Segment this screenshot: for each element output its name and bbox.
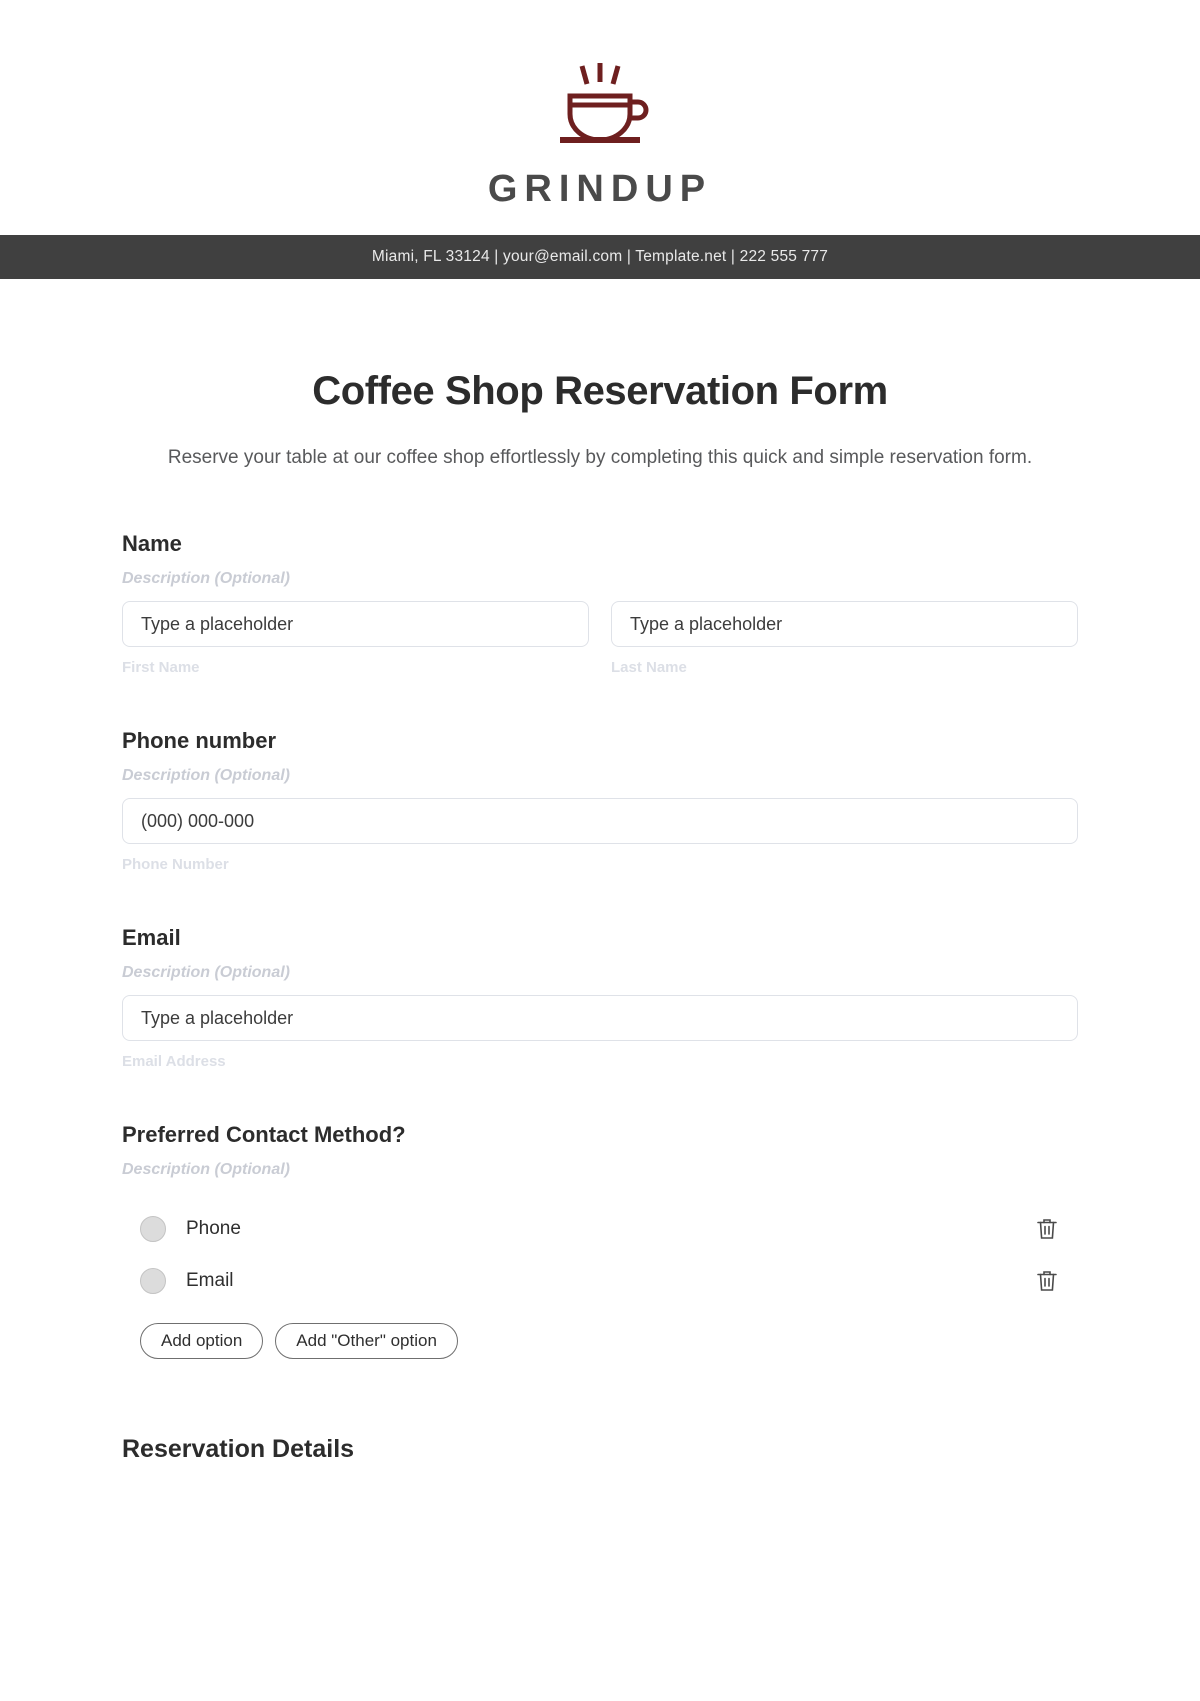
field-contact-method-description: Description (Optional) (122, 1161, 290, 1179)
page-subtitle: Reserve your table at our coffee shop ef… (167, 447, 1033, 468)
option-label: Email (186, 1270, 234, 1292)
contact-bar-text: Miami, FL 33124 | your@email.com | Templ… (371, 248, 829, 265)
form-content: Coffee Shop Reservation Form Reserve you… (0, 369, 1200, 1464)
page-title: Coffee Shop Reservation Form (312, 369, 888, 413)
phone-sub-label: Phone Number (122, 856, 229, 874)
name-sub-label-row: First Name Last Name (122, 647, 1078, 676)
field-email-description: Description (Optional) (122, 964, 290, 982)
add-other-option-button[interactable]: Add "Other" option (275, 1323, 458, 1360)
first-name-sub-label: First Name (122, 659, 200, 677)
contact-bar: Miami, FL 33124 | your@email.com | Templ… (0, 235, 1200, 279)
option-row[interactable]: Email (122, 1255, 1078, 1307)
field-phone-description: Description (Optional) (122, 767, 290, 785)
page-header: GRINDUP (0, 0, 1200, 211)
last-name-col (611, 601, 1078, 648)
contact-method-option-list: Phone Email (122, 1203, 1078, 1307)
phone-input[interactable] (122, 798, 1078, 845)
field-contact-method-label: Preferred Contact Method? (122, 1122, 406, 1148)
first-name-input[interactable] (122, 601, 589, 648)
add-option-button[interactable]: Add option (140, 1323, 264, 1360)
field-phone: Phone number Description (Optional) Phon… (122, 728, 1078, 873)
trash-icon[interactable] (1034, 1215, 1060, 1243)
last-name-sub-label: Last Name (611, 659, 687, 677)
name-input-row (122, 601, 1078, 648)
first-name-col (122, 601, 589, 648)
field-name: Name Description (Optional) First Name L… (122, 531, 1078, 676)
option-row[interactable]: Phone (122, 1203, 1078, 1255)
section-heading-reservation-details: Reservation Details (122, 1435, 355, 1464)
phone-input-row (122, 798, 1078, 845)
field-email-label: Email (122, 925, 181, 951)
phone-col (122, 798, 1078, 845)
trash-icon[interactable] (1034, 1267, 1060, 1295)
option-label: Phone (186, 1218, 241, 1240)
email-input[interactable] (122, 995, 1078, 1042)
brand-name: GRINDUP (487, 168, 713, 210)
radio-button-phone[interactable] (140, 1216, 166, 1243)
field-email: Email Description (Optional) Email Addre… (122, 925, 1078, 1070)
email-sub-label: Email Address (122, 1053, 226, 1071)
field-phone-label: Phone number (122, 728, 277, 754)
last-name-input[interactable] (611, 601, 1078, 648)
field-name-label: Name (122, 531, 182, 557)
email-col (122, 995, 1078, 1042)
radio-button-email[interactable] (140, 1268, 166, 1295)
field-contact-method: Preferred Contact Method? Description (O… (122, 1122, 1078, 1360)
coffee-cup-icon (540, 62, 660, 162)
email-input-row (122, 995, 1078, 1042)
field-name-description: Description (Optional) (122, 570, 290, 588)
add-option-row: Add option Add "Other" option (122, 1323, 1078, 1360)
